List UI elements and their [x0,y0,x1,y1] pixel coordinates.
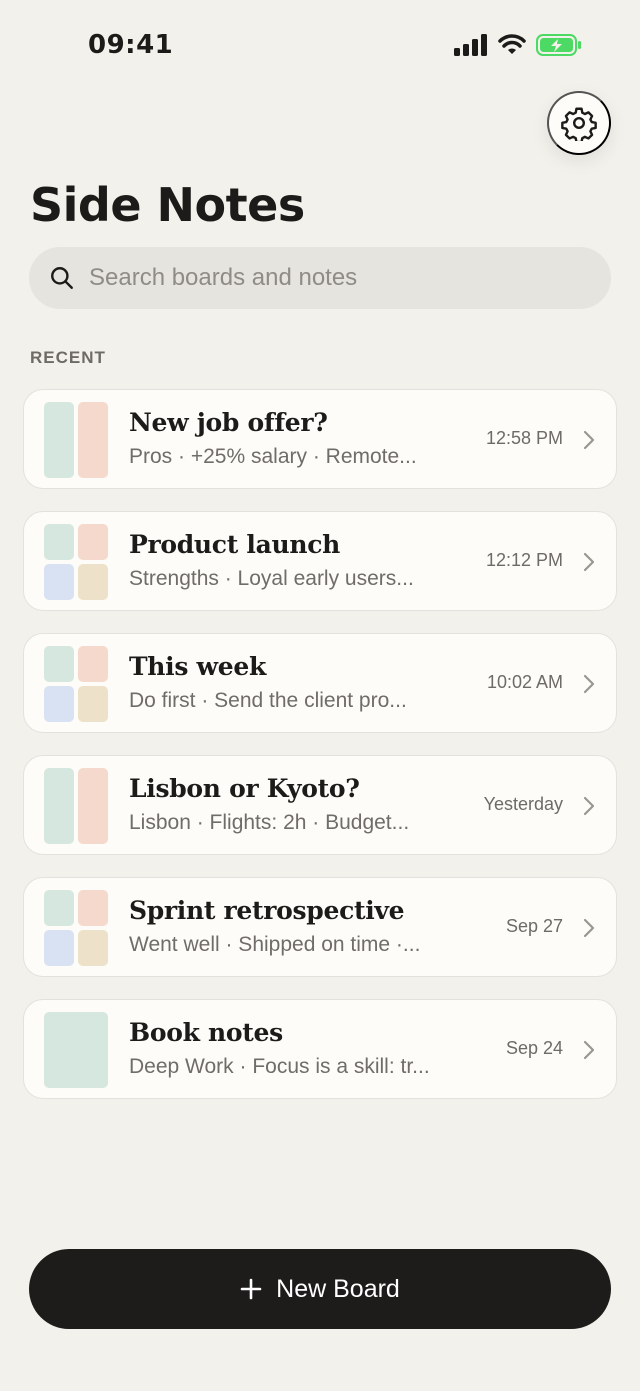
wifi-icon [498,34,526,54]
board-thumbnail [44,646,108,722]
board-card[interactable]: Lisbon or Kyoto? Lisbon · Flights: 2h · … [23,755,617,855]
chevron-right-icon [583,796,595,816]
board-title: Lisbon or Kyoto? [129,774,360,803]
board-time: Yesterday [483,794,563,814]
board-title: Product launch [129,530,341,559]
board-thumbnail [44,890,108,966]
new-board-label: New Board [276,1274,400,1303]
chevron-right-icon [583,674,595,694]
board-subtitle: Strengths · Loyal early users... [129,567,414,590]
search-bar[interactable] [29,247,611,309]
board-thumbnail [44,524,108,600]
status-bar: 09:41 [0,0,640,96]
board-card[interactable]: Sprint retrospective Went well · Shipped… [23,877,617,977]
board-title: New job offer? [129,408,328,437]
board-time: 12:12 PM [485,550,563,570]
chevron-right-icon [583,918,595,938]
board-subtitle: Do first · Send the client pro... [129,689,407,712]
chevron-right-icon [583,430,595,450]
board-thumbnail [44,1012,108,1088]
board-card[interactable]: New job offer? Pros · +25% salary · Remo… [23,389,617,489]
board-time: 10:02 AM [486,672,563,692]
board-subtitle: Deep Work · Focus is a skill: tr... [129,1055,430,1078]
board-time: 12:58 PM [485,428,563,448]
search-input[interactable] [89,264,569,292]
chevron-right-icon [583,1040,595,1060]
battery-charging-icon [536,34,581,56]
board-title: This week [129,652,267,681]
board-time: Sep 27 [505,916,563,936]
board-thumbnail [44,768,108,844]
status-icons [454,34,582,56]
board-card[interactable]: Book notes Deep Work · Focus is a skill:… [23,999,617,1099]
plus-icon [240,1278,262,1300]
search-icon [51,267,73,289]
board-list: New job offer? Pros · +25% salary · Remo… [23,389,617,1121]
board-card[interactable]: Product launch Strengths · Loyal early u… [23,511,617,611]
new-board-button[interactable]: New Board [29,1249,611,1329]
gear-icon [561,107,597,141]
board-thumbnail [44,402,108,478]
board-subtitle: Lisbon · Flights: 2h · Budget... [129,811,410,834]
board-title: Book notes [129,1018,283,1047]
board-card[interactable]: This week Do first · Send the client pro… [23,633,617,733]
board-subtitle: Went well · Shipped on time ·... [129,933,421,956]
page-title: Side Notes [30,178,305,232]
section-label-recent: RECENT [30,348,106,367]
board-title: Sprint retrospective [129,896,405,925]
cellular-signal-icon [454,34,487,56]
status-time: 09:41 [88,30,174,60]
chevron-right-icon [583,552,595,572]
board-subtitle: Pros · +25% salary · Remote... [129,445,417,468]
settings-button[interactable] [547,91,611,155]
board-time: Sep 24 [505,1038,563,1058]
